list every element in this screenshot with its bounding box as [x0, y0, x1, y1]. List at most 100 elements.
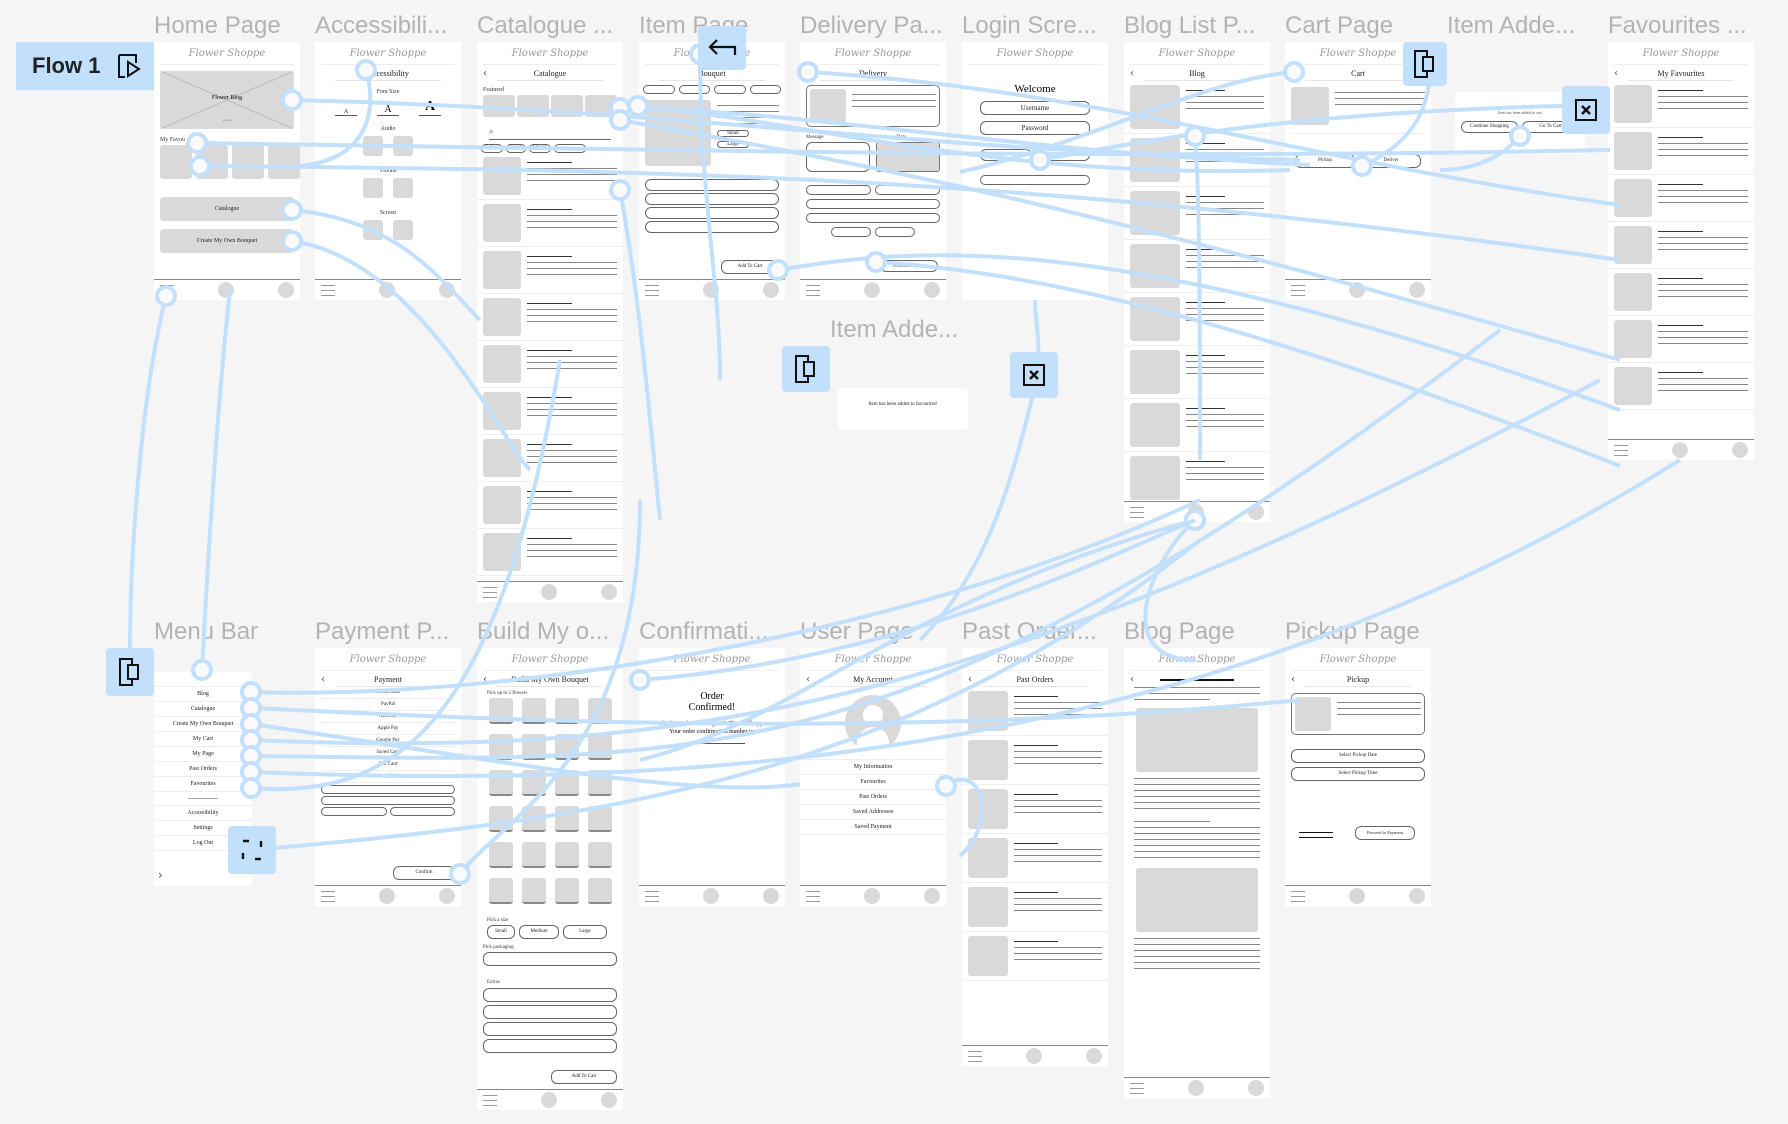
create-account-button[interactable]	[980, 175, 1090, 185]
select-pickup-date-button[interactable]: Select Pickup Date	[1291, 749, 1425, 763]
message-input[interactable]	[806, 142, 870, 172]
list-item[interactable]	[1124, 240, 1270, 293]
avatar[interactable]	[845, 695, 901, 751]
menu-icon[interactable]	[806, 285, 820, 296]
user-icon[interactable]	[1248, 1080, 1264, 1096]
list-item[interactable]	[1608, 81, 1754, 128]
account-menu-item[interactable]: My Information	[800, 760, 946, 775]
flower-option[interactable]	[588, 842, 612, 868]
menu-item[interactable]: Blog	[154, 687, 252, 702]
flower-option[interactable]	[489, 878, 513, 904]
frame-accessibility[interactable]: Flower Shoppe Accessibility Font Size A …	[315, 42, 461, 300]
menu-icon[interactable]	[1291, 285, 1305, 296]
flower-option[interactable]	[522, 770, 546, 796]
menu-icon[interactable]	[1130, 1083, 1144, 1094]
menu-icon[interactable]	[321, 891, 335, 902]
size-large-button[interactable]: Large	[563, 925, 607, 939]
favourite-thumb[interactable]	[160, 145, 192, 179]
menu-icon[interactable]	[160, 285, 174, 296]
frame-favourites[interactable]: Flower Shoppe ‹ My Favourites	[1608, 42, 1754, 460]
select-pickup-time-button[interactable]: Select Pickup Time	[1291, 767, 1425, 781]
overlay-action-badge[interactable]	[782, 346, 830, 392]
frame-payment[interactable]: Flower Shoppe ‹ Payment Credit Card PayPa…	[315, 648, 461, 906]
home-icon[interactable]	[703, 282, 719, 298]
frame-catalogue[interactable]: Flower Shoppe ‹ Catalogue Featured ⌕ Col…	[477, 42, 623, 602]
flower-option[interactable]	[489, 734, 513, 760]
user-icon[interactable]	[1086, 1048, 1102, 1064]
flower-option[interactable]	[489, 698, 513, 724]
list-item[interactable]	[477, 435, 623, 482]
overlay-action-badge[interactable]	[106, 648, 154, 696]
vibrate-option[interactable]	[393, 178, 413, 198]
font-size-large[interactable]: A	[419, 99, 441, 116]
list-item[interactable]	[1124, 346, 1270, 399]
payment-method[interactable]: Gift Card	[321, 759, 455, 771]
flower-option[interactable]	[522, 842, 546, 868]
password-input[interactable]: Password	[980, 121, 1090, 135]
list-item[interactable]	[962, 687, 1108, 736]
list-item[interactable]	[962, 834, 1108, 883]
payment-method[interactable]: Apple Pay	[321, 723, 455, 735]
flower-option[interactable]	[555, 842, 579, 868]
home-icon[interactable]	[218, 282, 234, 298]
home-icon[interactable]	[541, 584, 557, 600]
home-icon[interactable]	[1349, 282, 1365, 298]
menu-icon[interactable]	[483, 587, 497, 598]
menu-item[interactable]: Create My Own Bouquet	[154, 717, 252, 732]
back-icon[interactable]: ‹	[483, 674, 487, 685]
list-item[interactable]	[1608, 175, 1754, 222]
tag-chip[interactable]	[714, 85, 746, 94]
flower-option[interactable]	[588, 770, 612, 796]
user-icon[interactable]	[439, 282, 455, 298]
home-icon[interactable]	[1672, 442, 1688, 458]
menu-icon[interactable]	[806, 891, 820, 902]
address-input[interactable]	[806, 199, 940, 209]
proceed-to-payment-button[interactable]: Proceed to Payment	[880, 260, 938, 272]
flower-option[interactable]	[555, 734, 579, 760]
card-input[interactable]	[321, 807, 387, 816]
frame-blog-page[interactable]: Flower Shoppe ‹	[1124, 648, 1270, 1098]
menu-item[interactable]: Past Orders	[154, 762, 252, 777]
back-icon[interactable]: ‹	[1291, 674, 1295, 685]
flower-option[interactable]	[489, 842, 513, 868]
list-item[interactable]	[1124, 399, 1270, 452]
list-item[interactable]	[477, 153, 623, 200]
user-icon[interactable]	[1248, 504, 1264, 520]
vibrate-option[interactable]	[363, 178, 383, 198]
forgot-password-button[interactable]	[980, 149, 1032, 161]
frame-login-screen[interactable]: Flower Shoppe Welcome Username Password	[962, 42, 1108, 300]
address-input[interactable]	[875, 185, 940, 195]
blog-banner[interactable]: Flower Blog • • •	[160, 71, 294, 129]
filter-chip[interactable]: Flower	[528, 144, 551, 153]
user-icon[interactable]	[1409, 888, 1425, 904]
back-icon[interactable]: ‹	[1614, 68, 1618, 79]
payment-method[interactable]: Saved Card	[321, 747, 455, 759]
back-icon[interactable]: ‹	[968, 674, 972, 685]
deliver-button[interactable]: Deliver	[1361, 154, 1421, 168]
favourite-thumb[interactable]	[232, 145, 264, 179]
favourite-thumb[interactable]	[196, 145, 228, 179]
list-item[interactable]	[1124, 187, 1270, 240]
user-icon[interactable]	[763, 888, 779, 904]
list-item[interactable]	[477, 482, 623, 529]
list-item[interactable]	[477, 247, 623, 294]
back-icon[interactable]: ‹	[1130, 674, 1134, 685]
extra-option[interactable]	[483, 988, 617, 1002]
proceed-to-payment-button[interactable]: Proceed to Payment	[1355, 826, 1415, 840]
menu-item[interactable]: Accessibility	[154, 806, 252, 821]
close-overlay-badge[interactable]	[1010, 352, 1058, 398]
confirm-button[interactable]: Confirm	[393, 866, 455, 880]
list-item[interactable]	[477, 529, 623, 576]
account-menu-item[interactable]: Favourites	[800, 775, 946, 790]
featured-item[interactable]	[551, 95, 583, 117]
back-action-badge[interactable]	[698, 26, 746, 70]
list-item[interactable]	[1608, 128, 1754, 175]
home-icon[interactable]	[1026, 1048, 1042, 1064]
back-icon[interactable]: ‹	[806, 674, 810, 685]
menu-icon[interactable]	[968, 1051, 982, 1062]
list-item[interactable]	[1124, 134, 1270, 187]
account-menu-item[interactable]: Saved Payment	[800, 820, 946, 835]
menu-item[interactable]: Catalogue	[154, 702, 252, 717]
cart-item[interactable]	[1291, 87, 1425, 134]
menu-icon[interactable]	[645, 285, 659, 296]
